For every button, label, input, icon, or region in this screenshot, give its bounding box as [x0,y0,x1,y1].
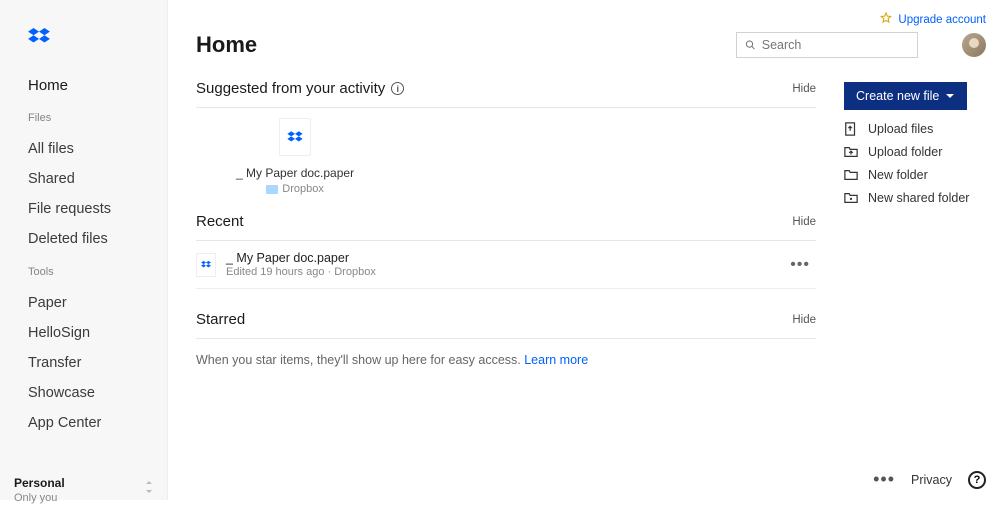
upload-folder[interactable]: Upload folder [844,145,986,159]
suggested-header: Suggested from your activity i Hide [196,80,816,97]
search-box[interactable] [736,32,918,58]
paper-file-icon [201,260,211,269]
logo[interactable] [0,0,167,77]
main-content: Upgrade account Home Suggested from your… [168,0,1000,500]
starred-header: Starred Hide [196,311,816,328]
top-bar: Upgrade account [196,10,986,30]
nav-showcase[interactable]: Showcase [0,378,167,408]
nav-file-requests[interactable]: File requests [0,194,167,224]
nav-all-files[interactable]: All files [0,134,167,164]
recent-item[interactable]: _ My Paper doc.paper Edited 19 hours ago… [196,241,816,289]
page-title: Home [196,32,257,58]
suggested-title: Suggested from your activity [196,80,385,97]
main-column: Suggested from your activity i Hide _ My… [196,80,816,500]
file-thumb [196,253,216,277]
recent-header: Recent Hide [196,213,816,230]
chevron-down-icon [945,91,955,101]
suggested-item[interactable]: _ My Paper doc.paper Dropbox [236,118,354,195]
search-icon [745,39,756,51]
help-icon[interactable]: ? [968,471,986,489]
create-new-file-button[interactable]: Create new file [844,82,967,110]
more-menu-icon[interactable]: ••• [784,256,816,274]
starred-hide[interactable]: Hide [792,314,816,326]
suggested-file-location: Dropbox [236,183,354,195]
star-icon [880,11,892,29]
nav-deleted-files[interactable]: Deleted files [0,224,167,254]
actions-column: Create new file Upload files Upload fold… [844,80,986,500]
upload-file-icon [844,122,858,136]
footer-more-icon[interactable]: ••• [873,469,895,490]
upgrade-link[interactable]: Upgrade account [898,14,986,26]
upload-folder-icon [844,145,858,159]
recent-file-name: _ My Paper doc.paper [226,251,784,265]
info-icon[interactable]: i [391,82,404,95]
nav-section-tools: Tools [0,266,167,288]
privacy-link[interactable]: Privacy [911,473,952,487]
recent-title: Recent [196,213,244,230]
new-folder[interactable]: New folder [844,168,986,182]
starred-empty-message: When you star items, they'll show up her… [196,339,816,367]
recent-hide[interactable]: Hide [792,216,816,228]
starred-title: Starred [196,311,245,328]
suggested-hide[interactable]: Hide [792,83,816,95]
account-switcher[interactable]: Personal Only you [0,466,167,516]
suggested-file-name: _ My Paper doc.paper [236,166,354,180]
recent-file-meta: Edited 19 hours ago · Dropbox [226,266,784,278]
nav-app-center[interactable]: App Center [0,408,167,438]
avatar[interactable] [962,33,986,57]
folder-icon [266,185,278,194]
chevron-updown-icon [145,480,153,498]
sidebar: Home Files All files Shared File request… [0,0,168,500]
dropbox-logo-icon [28,28,50,48]
divider [196,107,816,108]
nav-paper[interactable]: Paper [0,288,167,318]
file-thumb [279,118,311,156]
recent-info: _ My Paper doc.paper Edited 19 hours ago… [226,251,784,278]
footer: ••• Privacy ? [873,469,986,490]
header-row: Home [196,32,986,58]
learn-more-link[interactable]: Learn more [524,353,588,367]
shared-folder-icon [844,191,858,205]
content-columns: Suggested from your activity i Hide _ My… [196,80,986,500]
nav-transfer[interactable]: Transfer [0,348,167,378]
paper-file-icon [287,130,303,144]
nav-hellosign[interactable]: HelloSign [0,318,167,348]
nav-shared[interactable]: Shared [0,164,167,194]
new-shared-folder[interactable]: New shared folder [844,191,986,205]
account-name: Personal [14,476,153,490]
nav-section-files: Files [0,112,167,134]
account-sub: Only you [14,492,153,504]
folder-icon [844,168,858,182]
search-input[interactable] [762,38,909,52]
nav-home[interactable]: Home [0,77,167,112]
upload-files[interactable]: Upload files [844,122,986,136]
action-list: Upload files Upload folder New folder Ne… [844,122,986,205]
